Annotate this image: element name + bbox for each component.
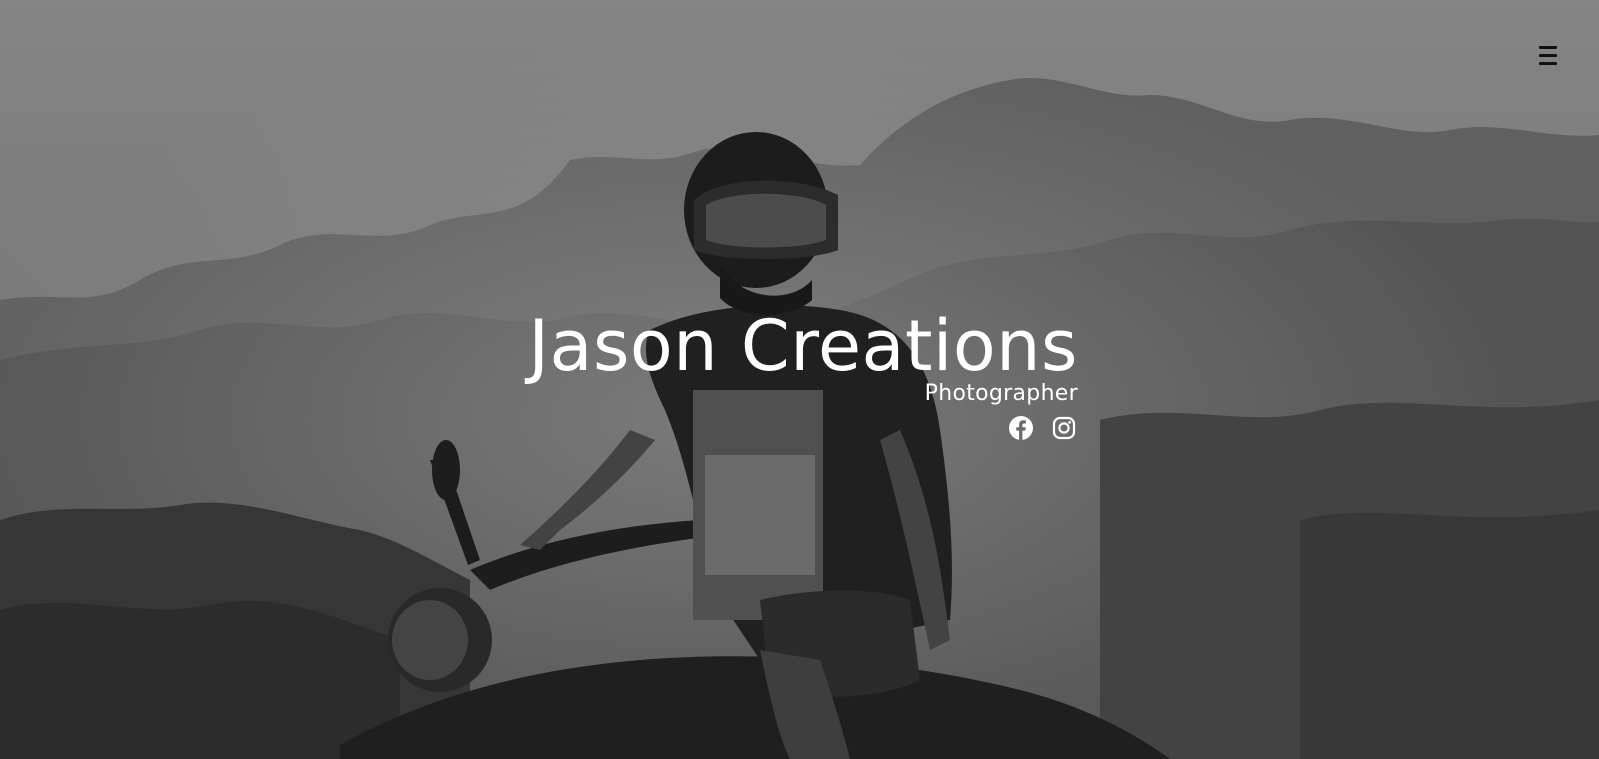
site-title: Jason Creations — [528, 305, 1078, 387]
hero-section: Jason Creations Photographer — [0, 0, 1599, 759]
instagram-link[interactable] — [1051, 415, 1077, 441]
instagram-icon — [1052, 416, 1076, 440]
social-links — [1008, 415, 1077, 441]
facebook-icon — [1009, 416, 1033, 440]
facebook-link[interactable] — [1008, 415, 1034, 441]
hero-title-block: Jason Creations Photographer — [470, 306, 1078, 408]
menu-button[interactable] — [1531, 41, 1565, 71]
hamburger-menu-icon — [1539, 46, 1557, 65]
